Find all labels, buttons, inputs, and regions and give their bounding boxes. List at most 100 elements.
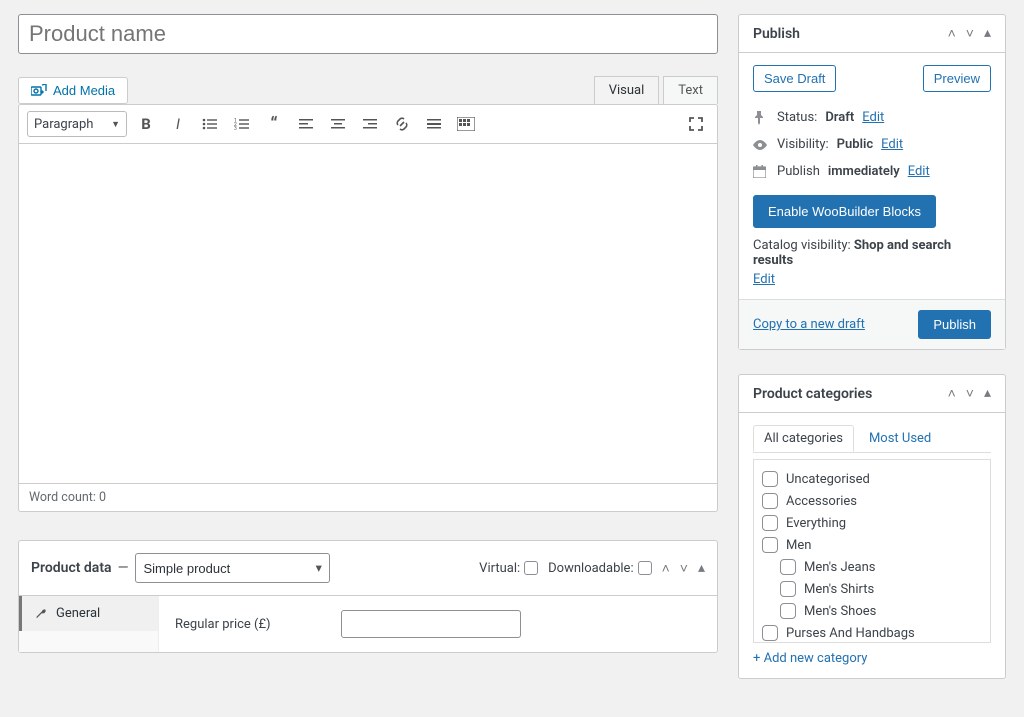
bullet-list-icon[interactable] (197, 111, 223, 137)
regular-price-label: Regular price (£) (175, 617, 335, 632)
category-checkbox[interactable] (762, 625, 778, 641)
category-item[interactable]: Men's Shoes (760, 600, 984, 622)
status-edit-link[interactable]: Edit (862, 110, 884, 125)
category-label: Men (786, 538, 811, 553)
publish-edit-link[interactable]: Edit (908, 164, 930, 179)
align-right-icon[interactable] (357, 111, 383, 137)
virtual-checkbox-wrap[interactable]: Virtual: (479, 561, 538, 576)
category-label: Uncategorised (786, 472, 870, 487)
regular-price-input[interactable] (341, 610, 521, 638)
numbered-list-icon[interactable]: 123 (229, 111, 255, 137)
virtual-checkbox[interactable] (524, 561, 538, 575)
bold-icon[interactable]: B (133, 111, 159, 137)
calendar-icon (753, 165, 769, 178)
category-label: Everything (786, 516, 846, 531)
category-item[interactable]: Men's Jeans (760, 556, 984, 578)
panel-up-icon[interactable]: ˄ (948, 385, 956, 402)
catalog-visibility-label: Catalog visibility: (753, 238, 851, 253)
toolbar-toggle-icon[interactable] (453, 111, 479, 137)
content-editor[interactable] (18, 144, 718, 484)
category-label: Accessories (786, 494, 857, 509)
panel-down-icon[interactable]: ˅ (966, 25, 974, 42)
add-media-button[interactable]: Add Media (18, 77, 128, 104)
camera-music-icon (31, 84, 47, 98)
product-data-heading: Product data (31, 560, 112, 576)
visibility-edit-link[interactable]: Edit (881, 137, 903, 152)
chevron-down-icon: ▼ (111, 119, 120, 130)
visibility-label: Visibility: (777, 137, 829, 152)
category-checkbox[interactable] (762, 515, 778, 531)
metabox-toggle-icon[interactable]: ▴ (698, 560, 705, 577)
category-item[interactable]: Everything (760, 512, 984, 534)
category-label: Men's Shoes (804, 604, 876, 619)
category-checkbox[interactable] (762, 493, 778, 509)
align-left-icon[interactable] (293, 111, 319, 137)
product-categories-panel: Product categories ˄ ˅ ▴ All categories … (738, 374, 1006, 679)
copy-to-new-draft-link[interactable]: Copy to a new draft (753, 317, 865, 332)
pin-icon (753, 111, 769, 125)
panel-up-icon[interactable]: ˄ (948, 25, 956, 42)
downloadable-label: Downloadable: (548, 561, 633, 576)
panel-down-icon[interactable]: ˅ (966, 385, 974, 402)
panel-toggle-icon[interactable]: ▴ (984, 25, 991, 42)
category-checkbox[interactable] (762, 537, 778, 553)
publish-value: immediately (828, 164, 900, 179)
heading-dash: — (118, 560, 129, 576)
panel-toggle-icon[interactable]: ▴ (984, 385, 991, 402)
category-list[interactable]: Uncategorised Accessories Everything Men Men… (753, 459, 991, 643)
cat-tab-all[interactable]: All categories (753, 425, 854, 452)
product-title-input[interactable] (18, 14, 718, 54)
editor: Add Media Visual Text Paragraph ▼ B I (18, 76, 718, 512)
publish-panel: Publish ˄ ˅ ▴ Save Draft Preview Status: (738, 14, 1006, 350)
editor-tab-visual[interactable]: Visual (594, 76, 660, 104)
catalog-visibility-edit-link[interactable]: Edit (753, 272, 775, 287)
preview-button[interactable]: Preview (923, 65, 991, 92)
format-select[interactable]: Paragraph ▼ (27, 111, 127, 137)
blockquote-icon[interactable]: “ (261, 111, 287, 137)
insert-more-icon[interactable] (421, 111, 447, 137)
wrench-icon (34, 607, 48, 621)
downloadable-checkbox-wrap[interactable]: Downloadable: (548, 561, 651, 576)
category-item[interactable]: Men's Shirts (760, 578, 984, 600)
cat-tab-most-used[interactable]: Most Used (858, 425, 942, 452)
visibility-value: Public (837, 137, 873, 152)
virtual-label: Virtual: (479, 561, 520, 576)
status-label: Status: (777, 110, 817, 125)
save-draft-button[interactable]: Save Draft (753, 65, 836, 92)
category-checkbox[interactable] (780, 603, 796, 619)
product-tab-general-label: General (56, 606, 100, 621)
status-value: Draft (825, 110, 854, 125)
italic-icon[interactable]: I (165, 111, 191, 137)
align-center-icon[interactable] (325, 111, 351, 137)
category-item[interactable]: Uncategorised (760, 468, 984, 490)
category-checkbox[interactable] (780, 581, 796, 597)
category-checkbox[interactable] (762, 471, 778, 487)
publish-label: Publish (777, 164, 820, 179)
fullscreen-icon[interactable] (683, 111, 709, 137)
add-media-label: Add Media (53, 83, 115, 98)
category-item[interactable]: Purses And Handbags (760, 622, 984, 643)
category-label: Men's Shirts (804, 582, 874, 597)
format-select-label: Paragraph (34, 117, 93, 132)
editor-toolbar: Paragraph ▼ B I 123 “ (18, 104, 718, 144)
enable-woobuilder-button[interactable]: Enable WooBuilder Blocks (753, 195, 936, 228)
metabox-down-icon[interactable]: ˅ (680, 560, 688, 577)
category-checkbox[interactable] (780, 559, 796, 575)
link-icon[interactable] (389, 111, 415, 137)
category-label: Men's Jeans (804, 560, 876, 575)
add-new-category-link[interactable]: + Add new category (753, 651, 991, 666)
category-item[interactable]: Men (760, 534, 984, 556)
category-item[interactable]: Accessories (760, 490, 984, 512)
publish-button[interactable]: Publish (918, 310, 991, 339)
product-type-select[interactable]: Simple product (135, 553, 330, 583)
category-label: Purses And Handbags (786, 626, 915, 641)
downloadable-checkbox[interactable] (638, 561, 652, 575)
product-tab-general[interactable]: General (19, 596, 158, 631)
word-count: Word count: 0 (18, 484, 718, 512)
publish-heading: Publish (753, 26, 800, 42)
editor-tab-text[interactable]: Text (663, 76, 718, 104)
metabox-up-icon[interactable]: ˄ (662, 560, 670, 577)
eye-icon (753, 140, 769, 150)
svg-text:3: 3 (234, 126, 237, 131)
product-data-metabox: Product data — Simple product Virtual: D… (18, 540, 718, 653)
